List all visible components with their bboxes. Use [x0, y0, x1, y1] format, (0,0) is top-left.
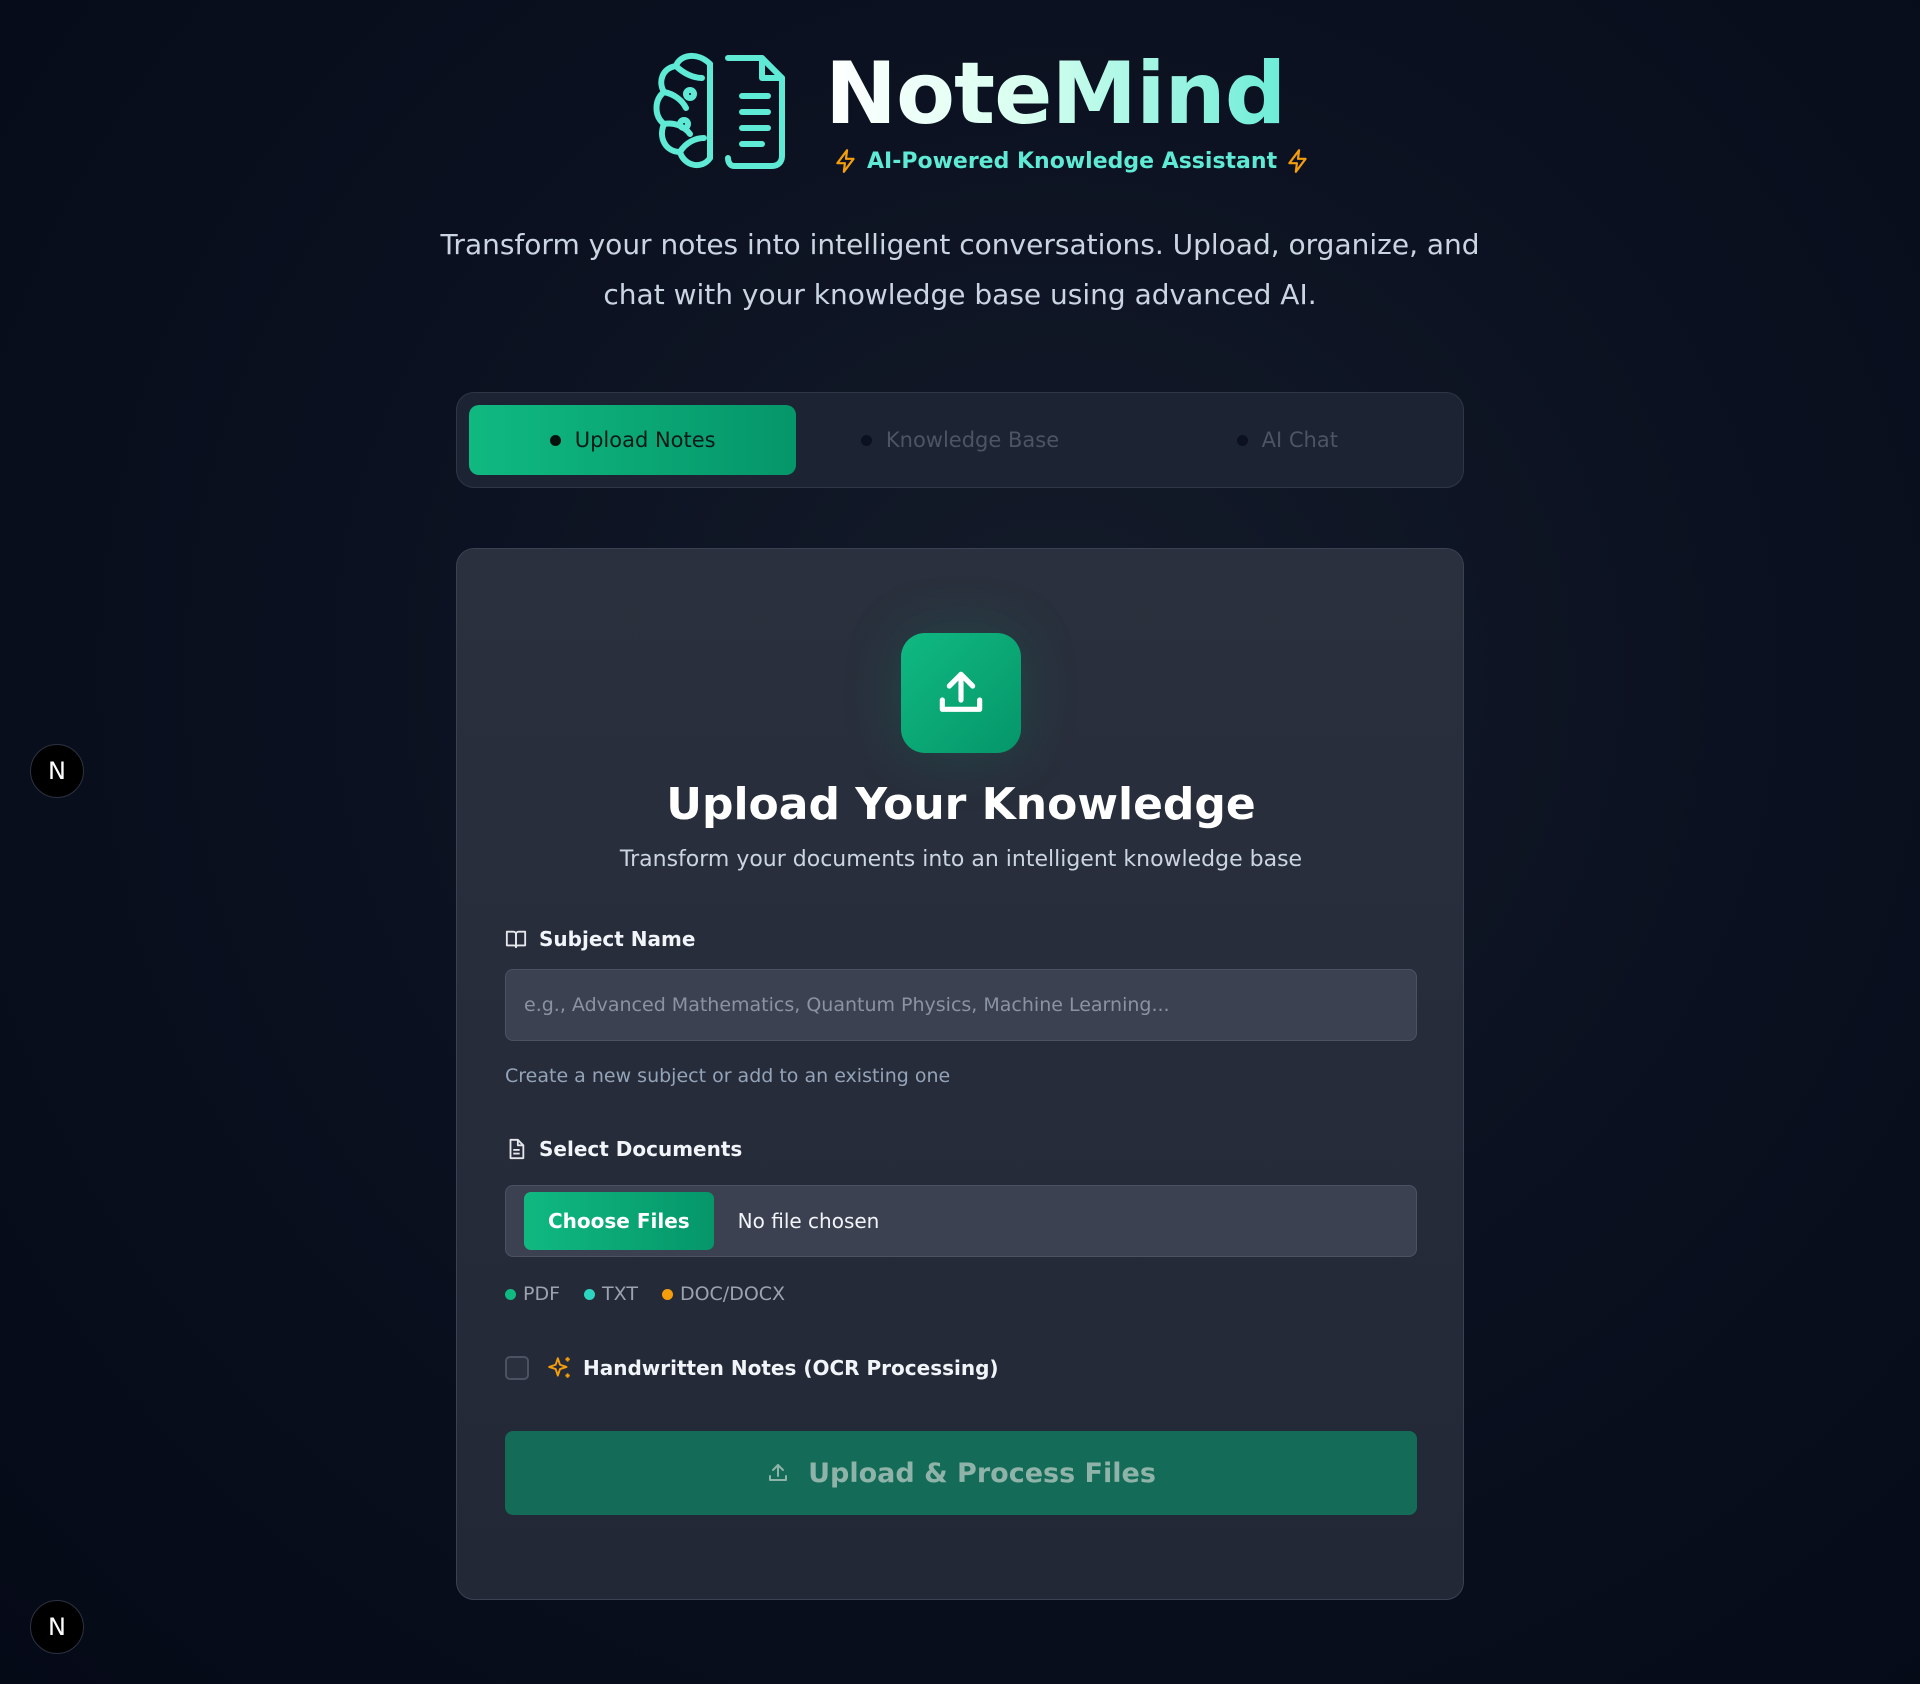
next-dev-badge[interactable]: N — [30, 744, 84, 798]
tab-label: AI Chat — [1261, 428, 1338, 452]
app-tagline: AI-Powered Knowledge Assistant — [825, 148, 1319, 174]
documents-label: Select Documents — [505, 1137, 742, 1161]
tab-label: Upload Notes — [574, 428, 716, 452]
subject-label: Subject Name — [505, 927, 695, 951]
tab-ai-chat[interactable]: AI Chat — [1124, 405, 1451, 475]
format-dot-icon — [584, 1288, 596, 1300]
tab-label: Knowledge Base — [885, 428, 1060, 452]
ocr-option: Handwritten Notes (OCR Processing) — [505, 1355, 999, 1381]
tagline-text: AI-Powered Knowledge Assistant — [867, 148, 1278, 174]
tab-dot-icon — [1236, 434, 1248, 446]
subject-label-text: Subject Name — [539, 927, 696, 951]
brand: NoteMind AI-Powered Knowledge Assistant — [650, 44, 1319, 184]
tab-upload-notes[interactable]: Upload Notes — [469, 405, 797, 475]
upload-process-label: Upload & Process Files — [808, 1457, 1156, 1489]
upload-card: Upload Your Knowledge Transform your doc… — [456, 548, 1464, 1600]
tab-bar: Upload Notes Knowledge Base AI Chat — [456, 392, 1464, 488]
documents-label-text: Select Documents — [539, 1137, 743, 1161]
document-icon — [509, 1138, 525, 1160]
upload-process-button[interactable]: Upload & Process Files — [505, 1431, 1417, 1515]
format-txt: TXT — [584, 1283, 638, 1305]
tab-knowledge-base[interactable]: Knowledge Base — [796, 405, 1123, 475]
tab-dot-icon — [549, 434, 561, 446]
upload-icon-box — [901, 633, 1021, 753]
ocr-checkbox[interactable] — [505, 1356, 529, 1380]
format-label: TXT — [602, 1283, 638, 1305]
format-doc: DOC/DOCX — [661, 1283, 786, 1305]
brain-document-icon — [653, 53, 785, 169]
sparkles-icon — [548, 1357, 570, 1378]
file-picker: Choose Files No file chosen — [505, 1185, 1417, 1257]
file-status: No file chosen — [737, 1209, 880, 1233]
upload-icon — [769, 1464, 788, 1481]
intro-line: chat with your knowledge base using adva… — [603, 278, 1317, 311]
tab-dot-icon — [860, 434, 872, 446]
format-label: PDF — [523, 1283, 561, 1305]
intro-text: Transform your notes into intelligent co… — [440, 220, 1480, 320]
format-dot-icon — [505, 1288, 516, 1300]
upload-icon — [939, 671, 983, 712]
upload-subtitle: Transform your documents into an intelli… — [619, 847, 1303, 872]
app-header: NoteMind AI-Powered Knowledge Assistant … — [0, 0, 1920, 330]
format-label: DOC/DOCX — [679, 1283, 786, 1305]
upload-title: Upload Your Knowledge — [666, 779, 1256, 830]
lightning-icon — [1288, 149, 1307, 173]
ocr-label: Handwritten Notes (OCR Processing) — [583, 1356, 999, 1380]
format-dot-icon — [661, 1288, 673, 1300]
format-pdf: PDF — [505, 1283, 560, 1305]
supported-formats: PDF TXT DOC/DOCX — [505, 1283, 809, 1305]
intro-line: Transform your notes into intelligent co… — [440, 228, 1480, 261]
lightning-icon — [836, 149, 855, 173]
app-title: NoteMind — [825, 44, 1319, 144]
subject-help-text: Create a new subject or add to an existi… — [505, 1065, 951, 1087]
choose-files-button[interactable]: Choose Files — [524, 1192, 714, 1250]
next-dev-badge[interactable]: N — [30, 1600, 84, 1654]
subject-input[interactable] — [505, 969, 1417, 1041]
book-open-icon — [505, 930, 527, 949]
